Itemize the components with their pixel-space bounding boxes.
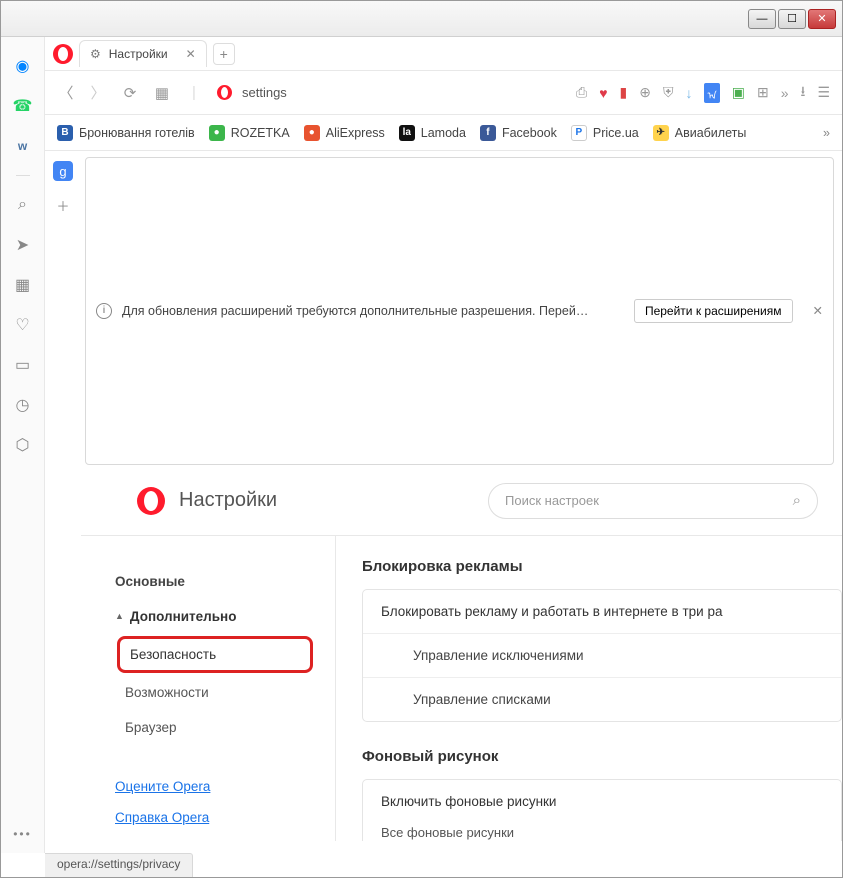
wallpaper-card: Включить фоновые рисунки Все фоновые рис… [362,779,842,842]
search-icon[interactable]: ⌕ [12,194,34,216]
bookmark-item[interactable]: B Бронювання готелів [57,125,195,141]
forward-button[interactable]: 〉 [89,82,107,103]
sidebar-link-rate[interactable]: Оцените Opera [107,771,335,802]
vk-icon[interactable]: w [12,135,34,157]
wallpaper-enable-row[interactable]: Включить фоновые рисунки [381,794,823,809]
tab-title: Настройки [109,47,168,61]
bookmark-favicon-icon: f [480,125,496,141]
adblock-lists-row[interactable]: Управление списками [363,678,841,721]
news-icon[interactable]: ▭ [12,354,34,376]
more-icon[interactable]: ••• [13,827,32,841]
url-text: settings [242,85,287,100]
page-title: Настройки [179,489,277,512]
ext-icon-1[interactable]: ▮ [620,84,628,101]
opera-o-icon [217,85,232,100]
status-bar: opera://settings/privacy [45,853,193,877]
sidebar-item-browser[interactable]: Браузер [107,710,335,745]
bookmark-label: AliExpress [326,126,385,140]
bookmark-favicon-icon: B [57,125,73,141]
settings-search-input[interactable]: Поиск настроек ⌕ [488,483,818,519]
bookmark-item[interactable]: f Facebook [480,125,557,141]
search-placeholder: Поиск настроек [505,493,599,508]
maximize-button[interactable]: ☐ [778,9,806,29]
favorite-icon[interactable]: ♥ [599,85,607,101]
puzzle-icon[interactable]: ⊞ [757,84,769,101]
tab-strip: ⚙ Настройки ✕ + [45,37,842,71]
send-icon[interactable]: ➤ [12,234,34,256]
translate-icon[interactable]: ᠠ [704,83,719,103]
shield-icon[interactable]: ⛨ [663,84,674,101]
info-icon: i [96,303,112,319]
bookmark-label: ROZETKA [231,126,290,140]
sidebar-item-basic[interactable]: Основные [107,564,335,599]
side-add-icon[interactable]: ＋ [53,195,73,215]
reload-button[interactable]: ⟳ [121,84,139,102]
adblock-card: Блокировать рекламу и работать в интерне… [362,589,842,722]
ext-icon-3[interactable]: ▣ [732,84,745,101]
bookmark-favicon-icon: ● [209,125,225,141]
settings-header: Настройки Поиск настроек ⌕ [81,471,842,535]
bookmark-item[interactable]: ● AliExpress [304,125,385,141]
extensions-icon[interactable]: ⬡ [12,434,34,456]
gear-icon: ⚙ [90,47,101,61]
tab-close-icon[interactable]: ✕ [186,47,196,61]
bookmark-favicon-icon: ● [304,125,320,141]
window-titlebar: — ☐ ✕ [1,1,842,37]
bookmarks-bar: B Бронювання готелів ● ROZETKA ● AliExpress la… [45,115,842,151]
new-tab-button[interactable]: + [213,43,235,65]
bookmark-favicon-icon: ✈ [653,125,669,141]
chevron-up-icon: ▲ [115,611,124,621]
bookmark-label: Lamoda [421,126,466,140]
sidebar-item-advanced[interactable]: ▲ Дополнительно [107,599,335,634]
ext-icon-2[interactable]: ⊕ [639,84,651,101]
adblock-toggle-row[interactable]: Блокировать рекламу и работать в интерне… [363,590,841,634]
section-wallpaper-title: Фоновый рисунок [362,748,842,765]
section-adblock-title: Блокировка рекламы [362,558,842,575]
minimize-button[interactable]: — [748,9,776,29]
apps-icon[interactable]: ▦ [153,84,171,102]
heart-icon[interactable]: ♡ [12,314,34,336]
sidebar-link-help[interactable]: Справка Opera [107,802,335,833]
opera-logo-icon[interactable] [53,44,73,64]
bookmark-label: Бронювання готелів [79,126,195,140]
bookmark-label: Авиабилеты [675,126,747,140]
speed-dial-icon[interactable]: ▦ [12,274,34,296]
banner-text: Для обновления расширений требуются допо… [122,304,624,318]
url-field[interactable]: settings [217,85,287,100]
left-rail: ◉ ☎ w ⌕ ➤ ▦ ♡ ▭ ◷ ⬡ ••• [1,37,45,853]
bookmark-item[interactable]: ● ROZETKA [209,125,290,141]
messenger-icon[interactable]: ◉ [12,55,34,77]
menu-icon[interactable]: ☰ [817,84,830,101]
settings-sidebar: Основные ▲ Дополнительно Безопасность Во… [81,536,336,842]
whatsapp-icon[interactable]: ☎ [12,95,34,117]
history-icon[interactable]: ◷ [12,394,34,416]
tab-settings[interactable]: ⚙ Настройки ✕ [79,40,207,67]
notification-banner: i Для обновления расширений требуются до… [85,157,834,465]
go-to-extensions-button[interactable]: Перейти к расширениям [634,299,793,323]
bookmark-item[interactable]: la Lamoda [399,125,466,141]
address-bar: 〈 〉 ⟳ ▦ | settings ⎙ ♥ ▮ ⊕ ⛨ ↓ ᠠ ▣ ⊞ » ⭳… [45,71,842,115]
adblock-exceptions-row[interactable]: Управление исключениями [363,634,841,678]
sidebar-item-security[interactable]: Безопасность [117,636,313,673]
banner-close-icon[interactable]: ✕ [813,303,823,318]
wallpaper-all-label: Все фоновые рисунки [381,825,823,840]
bookmark-label: Facebook [502,126,557,140]
bookmark-favicon-icon: la [399,125,415,141]
bookmark-favicon-icon: P [571,125,587,141]
bookmark-item[interactable]: ✈ Авиабилеты [653,125,747,141]
bookmarks-overflow-icon[interactable]: » [823,126,830,140]
opera-logo-large-icon [137,487,165,515]
search-icon: ⌕ [793,492,801,509]
side-translate-icon[interactable]: g [53,161,73,181]
bookmark-item[interactable]: P Price.ua [571,125,639,141]
close-button[interactable]: ✕ [808,9,836,29]
camera-icon[interactable]: ⎙ [576,84,587,101]
overflow-icon[interactable]: » [781,85,789,101]
bookmark-label: Price.ua [593,126,639,140]
downloads-icon[interactable]: ⭳ [801,81,806,105]
settings-main: Блокировка рекламы Блокировать рекламу и… [336,536,842,842]
back-button[interactable]: 〈 [57,82,75,103]
sidebar-item-features[interactable]: Возможности [107,675,335,710]
download-arrow-icon[interactable]: ↓ [685,85,692,101]
